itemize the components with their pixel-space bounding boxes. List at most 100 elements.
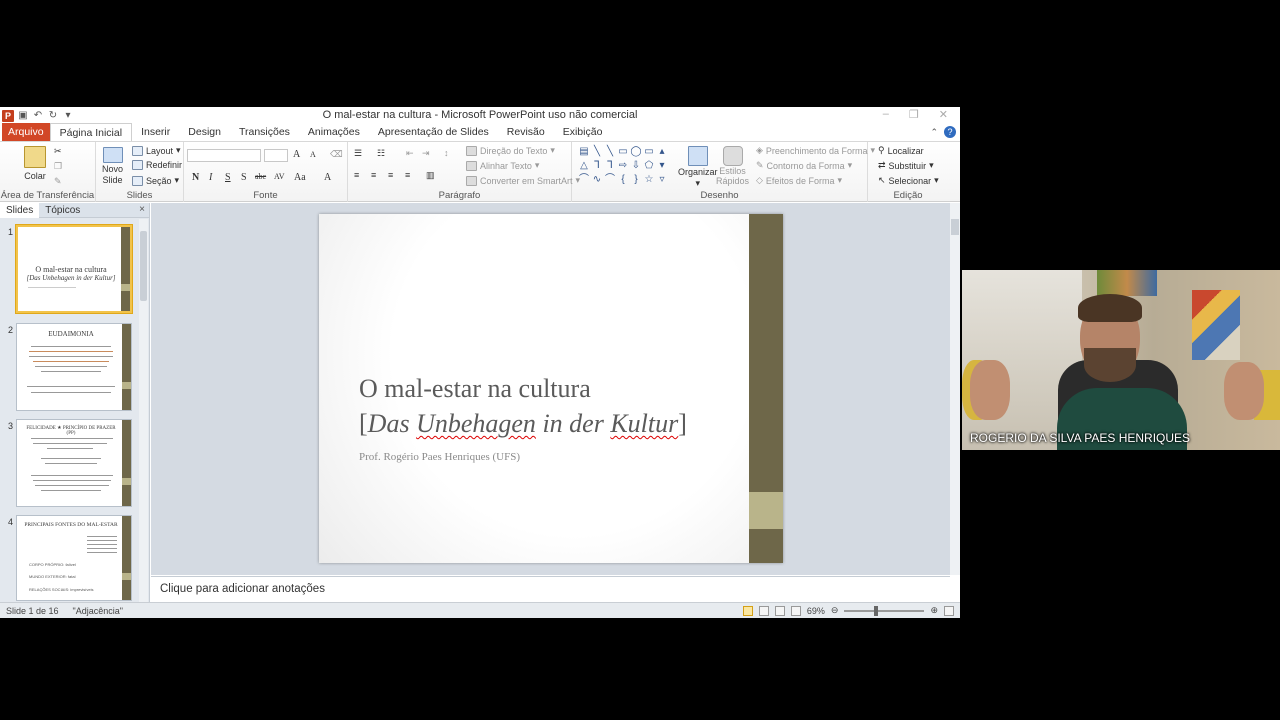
- select-button[interactable]: ↖ Selecionar ▾: [878, 175, 939, 186]
- shape-fill-button[interactable]: ◈ Preenchimento da Forma ▾: [756, 145, 875, 156]
- curve-shape-icon[interactable]: ∿: [591, 173, 603, 187]
- slide-canvas[interactable]: O mal-estar na cultura [Das Unbehagen in…: [319, 214, 783, 563]
- oval-shape-icon[interactable]: ◯: [630, 145, 642, 159]
- tab-transicoes[interactable]: Transições: [230, 123, 299, 141]
- font-color-button[interactable]: A: [324, 172, 331, 183]
- slideshow-icon[interactable]: [790, 605, 801, 616]
- paste-button[interactable]: Colar: [24, 146, 46, 181]
- slide-thumbnail-3[interactable]: FELICIDADE ★ PRINCÍPIO DE PRAZER (PP): [16, 419, 132, 507]
- brace-left-shape-icon[interactable]: {: [617, 173, 629, 187]
- tab-inserir[interactable]: Inserir: [132, 123, 179, 141]
- minimize-ribbon-icon[interactable]: ⌃: [930, 127, 938, 138]
- tab-exibicao[interactable]: Exibição: [554, 123, 612, 141]
- text-direction-button[interactable]: Direção do Texto ▾: [466, 145, 555, 156]
- align-text-button[interactable]: Alinhar Texto ▾: [466, 160, 539, 171]
- slide-thumbnail-2[interactable]: EUDAIMONIA: [16, 323, 132, 411]
- reading-view-icon[interactable]: [774, 605, 785, 616]
- triangle-shape-icon[interactable]: △: [578, 159, 590, 173]
- shrink-font-button[interactable]: A: [310, 150, 316, 159]
- slide-thumbnail-1[interactable]: O mal-estar na cultura [Das Unbehagen in…: [16, 225, 132, 313]
- align-center-icon[interactable]: ≡: [371, 170, 376, 180]
- tab-apresentacao[interactable]: Apresentação de Slides: [369, 123, 498, 141]
- zoom-slider[interactable]: [844, 605, 925, 616]
- align-left-icon[interactable]: ≡: [354, 170, 359, 180]
- font-name-combo[interactable]: [187, 149, 261, 162]
- bullets-icon[interactable]: ☰: [354, 148, 362, 159]
- connector-shape-icon[interactable]: ⅂: [604, 159, 616, 173]
- gallery-scroll-icon[interactable]: ▾: [656, 159, 668, 173]
- participant-video-tile[interactable]: ROGERIO DA SILVA PAES HENRIQUES: [962, 270, 1280, 450]
- new-slide-button[interactable]: Novo Slide: [102, 147, 123, 185]
- italic-button[interactable]: I: [209, 172, 212, 183]
- minimize-icon[interactable]: –: [883, 108, 889, 121]
- copy-icon[interactable]: ❐: [54, 161, 62, 172]
- close-icon[interactable]: ×: [139, 204, 145, 215]
- arc-shape-icon[interactable]: ⌒: [604, 173, 616, 187]
- help-icon[interactable]: ?: [944, 126, 956, 138]
- bold-button[interactable]: N: [192, 172, 199, 183]
- line-spacing-icon[interactable]: ↕: [444, 148, 449, 158]
- replace-button[interactable]: ⇄ Substituir ▾: [878, 160, 934, 171]
- tab-slides[interactable]: Slides: [0, 202, 40, 218]
- clear-format-icon[interactable]: ⌫: [330, 149, 343, 160]
- line-shape-icon[interactable]: ╲: [591, 145, 603, 159]
- section-button[interactable]: Seção ▾: [132, 175, 179, 186]
- shape-effects-button[interactable]: ◇ Efeitos de Forma ▾: [756, 175, 842, 186]
- gallery-scroll-icon[interactable]: ▴: [656, 145, 668, 159]
- tab-pagina-inicial[interactable]: Página Inicial: [49, 123, 133, 141]
- tab-topicos[interactable]: Tópicos: [39, 203, 86, 218]
- notes-pane[interactable]: Clique para adicionar anotações: [151, 576, 950, 602]
- star-shape-icon[interactable]: ☆: [643, 173, 655, 187]
- char-spacing-button[interactable]: AV: [274, 172, 285, 181]
- slide-thumbnail-4[interactable]: PRINCIPAIS FONTES DO MAL-ESTAR CORPO PRÓ…: [16, 515, 132, 601]
- restore-icon[interactable]: ❐: [909, 108, 919, 121]
- grow-font-button[interactable]: A: [293, 149, 300, 160]
- decrease-indent-icon[interactable]: ⇤: [406, 148, 414, 159]
- tab-design[interactable]: Design: [179, 123, 230, 141]
- line-shape-icon[interactable]: ╲: [604, 145, 616, 159]
- change-case-button[interactable]: Aa: [294, 172, 306, 183]
- brace-right-shape-icon[interactable]: }: [630, 173, 642, 187]
- slide-sorter-icon[interactable]: [758, 605, 769, 616]
- find-button[interactable]: ⚲ Localizar: [878, 145, 924, 156]
- increase-indent-icon[interactable]: ⇥: [422, 148, 430, 159]
- scrollbar-thumb[interactable]: [951, 219, 959, 235]
- close-icon[interactable]: ✕: [939, 108, 948, 121]
- gallery-more-icon[interactable]: ▿: [656, 173, 668, 187]
- zoom-in-icon[interactable]: ⊕: [930, 605, 938, 616]
- textbox-shape-icon[interactable]: ▤: [578, 145, 590, 159]
- zoom-out-icon[interactable]: ⊖: [831, 605, 839, 616]
- zoom-slider-knob[interactable]: [874, 605, 879, 616]
- slides-pane-scrollbar[interactable]: [139, 219, 148, 602]
- pentagon-shape-icon[interactable]: ⬠: [643, 159, 655, 173]
- fit-window-icon[interactable]: [944, 605, 954, 616]
- columns-icon[interactable]: ▥: [426, 170, 435, 181]
- slide-title-line1[interactable]: O mal-estar na cultura: [359, 374, 591, 404]
- justify-icon[interactable]: ≡: [405, 170, 410, 180]
- tab-arquivo[interactable]: Arquivo: [2, 123, 50, 141]
- strikethrough-button[interactable]: abc: [255, 172, 266, 181]
- numbering-icon[interactable]: ☷: [377, 148, 385, 159]
- tab-revisao[interactable]: Revisão: [498, 123, 554, 141]
- arc-shape-icon[interactable]: ⌒: [578, 173, 590, 187]
- rectangle-shape-icon[interactable]: ▭: [643, 145, 655, 159]
- font-size-combo[interactable]: [264, 149, 288, 162]
- shapes-gallery[interactable]: ▤ ╲ ╲ ▭ ◯ ▭ ▴ △ ⅂ ⅂ ⇨ ⇩ ⬠ ▾ ⌒ ∿ ⌒ {} ☆ …: [578, 145, 668, 189]
- zoom-level[interactable]: 69%: [807, 606, 825, 616]
- normal-view-icon[interactable]: [742, 605, 753, 616]
- slide-subtitle[interactable]: Prof. Rogério Paes Henriques (UFS): [359, 451, 520, 463]
- editor-scrollbar[interactable]: [950, 203, 960, 575]
- format-painter-icon[interactable]: ✎: [54, 176, 62, 187]
- shape-outline-button[interactable]: ✎ Contorno da Forma ▾: [756, 160, 852, 171]
- arrange-button[interactable]: Organizar ▾: [678, 146, 718, 189]
- layout-button[interactable]: Layout ▾: [132, 145, 181, 156]
- underline-button[interactable]: S: [225, 172, 231, 183]
- elbow-connector-icon[interactable]: ⅂: [591, 159, 603, 173]
- tab-animacoes[interactable]: Animações: [299, 123, 369, 141]
- cut-icon[interactable]: ✂: [54, 146, 62, 157]
- shadow-button[interactable]: S: [241, 172, 247, 183]
- scrollbar-thumb[interactable]: [140, 231, 147, 301]
- reset-button[interactable]: Redefinir: [132, 160, 182, 170]
- slide-title-line2[interactable]: [Das Unbehagen in der Kultur]: [359, 409, 687, 439]
- align-right-icon[interactable]: ≡: [388, 170, 393, 180]
